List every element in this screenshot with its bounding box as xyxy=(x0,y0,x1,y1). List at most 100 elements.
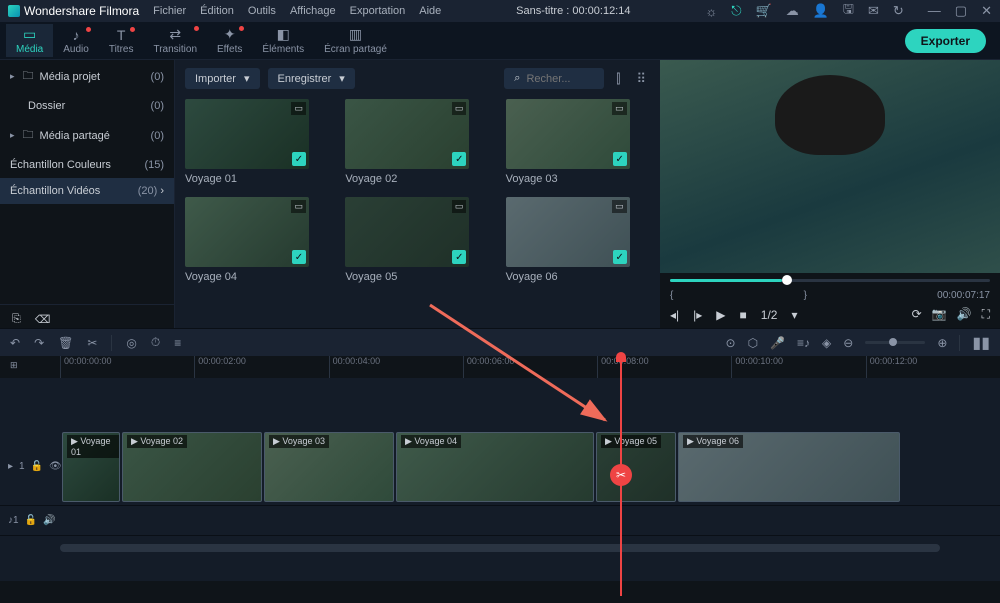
timeline-clip[interactable]: ▶ Voyage 04 xyxy=(396,432,594,502)
crop-button[interactable]: ◎ xyxy=(126,336,136,350)
new-folder-icon[interactable]: ⎘ xyxy=(12,313,21,326)
search-input[interactable] xyxy=(526,73,586,85)
thumbnail-item[interactable]: ▭✓Voyage 02 xyxy=(345,99,489,185)
volume-icon[interactable]: 🔊 xyxy=(957,307,972,322)
import-dropdown[interactable]: Importer ▾ xyxy=(185,68,260,89)
thumbnail-image[interactable]: ▭✓ xyxy=(185,197,309,267)
thumbnail-image[interactable]: ▭✓ xyxy=(506,99,630,169)
message-icon[interactable]: ✉ xyxy=(868,3,879,19)
thumbnail-item[interactable]: ▭✓ Voyage 04 xyxy=(185,197,329,283)
cart-icon[interactable]: 🛒 xyxy=(756,3,772,19)
prev-frame-button[interactable]: ◂| xyxy=(670,308,679,322)
thumbnail-label: Voyage 04 xyxy=(185,271,329,283)
history-icon[interactable]: ↻ xyxy=(893,3,904,19)
close-button[interactable]: ✕ xyxy=(981,3,992,19)
preview-viewport[interactable] xyxy=(660,60,1000,273)
keyframe-icon[interactable]: ◈ xyxy=(822,336,831,350)
time-ruler[interactable]: ⊞ 00:00:00:0000:00:02:0000:00:04:0000:00… xyxy=(0,356,1000,378)
playhead[interactable]: ✂ xyxy=(620,356,622,596)
fullscreen-icon[interactable]: ⛶ xyxy=(982,307,990,322)
lock-icon[interactable]: 🔓 xyxy=(25,515,37,526)
render-icon[interactable]: ⊙ xyxy=(726,336,736,350)
tab-splitscreen[interactable]: ▥Écran partagé xyxy=(314,24,397,57)
speed-button[interactable]: ⏱ xyxy=(151,335,160,350)
undo-button[interactable]: ↶ xyxy=(10,336,20,350)
tab-titles[interactable]: TTitres xyxy=(99,25,144,57)
logo-icon xyxy=(8,5,20,17)
timeline-clip[interactable]: ▶ Voyage 05 xyxy=(596,432,676,502)
lock-icon[interactable]: 🔓 xyxy=(31,461,43,472)
thumbnail-item[interactable]: ▭✓Voyage 01 xyxy=(185,99,329,185)
delete-button[interactable]: 🗑 xyxy=(58,336,73,350)
mixer-icon[interactable]: ≡♪ xyxy=(797,336,810,350)
mute-icon[interactable]: 🔊 xyxy=(43,515,55,526)
export-button[interactable]: Exporter xyxy=(905,29,986,53)
track-toggle-icon[interactable]: ▸ xyxy=(8,461,13,472)
cut-button[interactable]: ✂ xyxy=(87,336,97,350)
account-icon[interactable]: 👤 xyxy=(813,3,829,19)
timeline-clip[interactable]: ▶ Voyage 06 xyxy=(678,432,900,502)
stop-button[interactable]: ■ xyxy=(740,308,747,322)
tab-transition[interactable]: ⇄Transition xyxy=(143,24,207,57)
menu-view[interactable]: Affichage xyxy=(290,5,336,17)
voiceover-icon[interactable]: 🎤 xyxy=(770,336,785,350)
menu-export[interactable]: Exportation xyxy=(350,5,406,17)
thumbnail-image[interactable]: ▭✓ xyxy=(345,197,469,267)
scrub-bar[interactable] xyxy=(670,279,990,282)
menu-help[interactable]: Aide xyxy=(419,5,441,17)
support-icon[interactable]: ⎋ xyxy=(731,3,741,19)
sidebar-item-sample-videos[interactable]: Échantillon Vidéos (20) › xyxy=(0,178,174,204)
thumbnail-image[interactable]: ▭✓ xyxy=(185,99,309,169)
tab-effects[interactable]: ✦Effets xyxy=(207,24,252,57)
thumbnail-image[interactable]: ▭✓ xyxy=(345,99,469,169)
menu-file[interactable]: Fichier xyxy=(153,5,186,17)
zoom-in-button[interactable]: ⊕ xyxy=(937,336,947,350)
speed-label[interactable]: 1/2 xyxy=(761,308,778,322)
tips-icon[interactable]: ☼ xyxy=(705,4,717,19)
scrub-handle[interactable] xyxy=(782,275,792,285)
sidebar-item-shared-media[interactable]: ▸🗀 Média partagé (0) xyxy=(0,119,174,152)
thumbnail-item[interactable]: ▭✓Voyage 03 xyxy=(506,99,650,185)
sidebar-item-project-media[interactable]: ▸🗀 Média projet (0) xyxy=(0,60,174,93)
menu-tools[interactable]: Outils xyxy=(248,5,276,17)
timeline-clip[interactable]: ▶ Voyage 03 xyxy=(264,432,394,502)
thumbnail-item[interactable]: ▭✓ Voyage 06 xyxy=(506,197,650,283)
minimize-button[interactable]: — xyxy=(928,3,941,19)
thumbnail-label: Voyage 06 xyxy=(506,271,650,283)
adjust-button[interactable]: ≡ xyxy=(174,336,181,350)
delete-folder-icon[interactable]: ⌫ xyxy=(35,313,51,326)
horizontal-scrollbar[interactable] xyxy=(60,544,940,552)
thumbnail-image[interactable]: ▭✓ xyxy=(506,197,630,267)
timeline-toggle-icon[interactable]: ▮▮ xyxy=(972,333,990,353)
play-button[interactable]: ▶ xyxy=(716,308,725,322)
tab-elements[interactable]: ◧Éléments xyxy=(252,24,314,57)
zoom-out-button[interactable]: ⊖ xyxy=(843,336,853,350)
tab-media[interactable]: ▭Média xyxy=(6,24,53,57)
marker-icon[interactable]: ⬡ xyxy=(748,336,758,350)
titlebar-right-icons: ☼ ⎋ 🛒 ☁ 👤 🖫 ✉ ↻ — ▢ ✕ xyxy=(705,0,992,22)
save-dropdown[interactable]: Enregistrer ▾ xyxy=(268,68,355,89)
timeline-clip[interactable]: ▶ Voyage 02 xyxy=(122,432,262,502)
zoom-slider[interactable] xyxy=(865,341,925,344)
tab-audio[interactable]: ♪Audio xyxy=(53,25,99,57)
search-box[interactable]: ⌕ xyxy=(504,68,604,89)
thumbnail-item[interactable]: ▭✓Voyage 05 xyxy=(345,197,489,283)
save-icon[interactable]: 🖫 xyxy=(843,0,854,22)
filter-icon[interactable]: ⫿ xyxy=(612,71,624,87)
snapshot-icon[interactable]: 📷 xyxy=(932,307,947,322)
menu-edit[interactable]: Édition xyxy=(200,5,234,17)
timeline-clip[interactable]: ▶ Voyage 01 xyxy=(62,432,120,502)
sidebar-item-folder[interactable]: Dossier (0) xyxy=(0,93,174,119)
grid-view-icon[interactable]: ⠿ xyxy=(632,71,650,87)
next-frame-button[interactable]: |▸ xyxy=(693,308,702,322)
scissors-icon[interactable]: ✂ xyxy=(610,464,632,486)
video-track-content[interactable]: ▶ Voyage 01▶ Voyage 02▶ Voyage 03▶ Voyag… xyxy=(60,432,1000,502)
cloud-icon[interactable]: ☁ xyxy=(786,3,799,19)
maximize-button[interactable]: ▢ xyxy=(955,3,967,19)
quality-icon[interactable]: ⟳ xyxy=(912,307,922,322)
notification-dot xyxy=(239,26,244,31)
track-manager-icon[interactable]: ⊞ xyxy=(10,360,18,371)
sidebar-item-sample-colors[interactable]: Échantillon Couleurs (15) xyxy=(0,152,174,178)
redo-button[interactable]: ↷ xyxy=(34,336,44,350)
chevron-down-icon[interactable]: ▾ xyxy=(791,308,797,322)
